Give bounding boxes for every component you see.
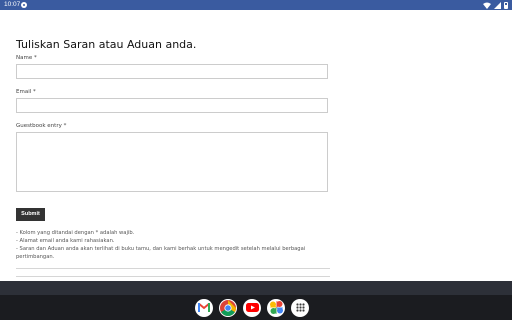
page-title: Tuliskan Saran atau Aduan anda.: [16, 38, 197, 51]
app-dock: [195, 297, 309, 318]
email-field[interactable]: [16, 98, 328, 113]
form-notes: - Kolom yang ditandai dengan * adalah wa…: [16, 229, 332, 261]
page-footer-bar: [0, 281, 512, 295]
gmail-icon[interactable]: [195, 298, 213, 317]
guestbook-entry-field[interactable]: [16, 132, 328, 192]
guestbook-form: Tuliskan Saran atau Aduan anda. Name * E…: [16, 38, 332, 277]
submit-button[interactable]: Submit: [16, 208, 45, 221]
status-icons: [483, 1, 508, 9]
name-label: Name *: [16, 55, 37, 61]
status-time: 10:07: [4, 1, 21, 8]
wifi-icon: [483, 2, 491, 9]
signal-icon: [494, 1, 501, 9]
battery-icon: [504, 1, 508, 9]
status-bar: 10:07: [0, 0, 512, 10]
youtube-icon[interactable]: [243, 298, 261, 317]
name-field[interactable]: [16, 64, 328, 79]
chrome-icon[interactable]: [219, 298, 237, 317]
app-drawer-icon[interactable]: [291, 298, 309, 317]
photos-icon[interactable]: [267, 298, 285, 317]
email-label: Email *: [16, 89, 36, 95]
guestbook-entry-label: Guestbook entry *: [16, 123, 67, 129]
notification-icon: [21, 2, 27, 8]
divider: [16, 276, 330, 277]
note-visibility: - Saran dan Aduan anda akan terlihat di …: [16, 246, 306, 260]
note-email-private: - Alamat email anda kami rahasiakan.: [16, 238, 115, 244]
note-required: - Kolom yang ditandai dengan * adalah wa…: [16, 230, 135, 236]
